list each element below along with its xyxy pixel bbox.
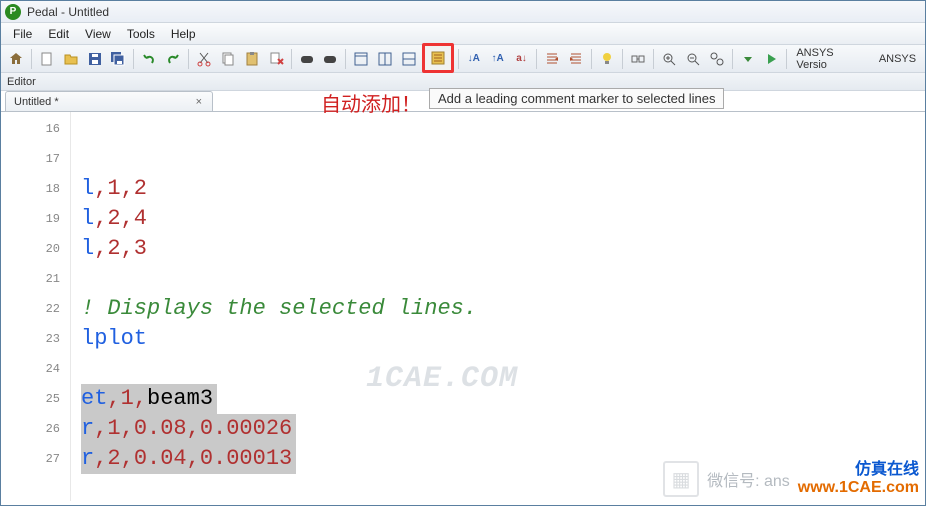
gamepad-icon[interactable] bbox=[296, 48, 318, 70]
sort-za-icon[interactable]: ↑A bbox=[487, 48, 509, 70]
line-number: 27 bbox=[1, 444, 60, 474]
sort-az-icon[interactable]: ↓A bbox=[463, 48, 485, 70]
menu-edit[interactable]: Edit bbox=[40, 25, 77, 43]
zoom-in-icon[interactable] bbox=[658, 48, 680, 70]
tab-untitled[interactable]: Untitled * × bbox=[5, 91, 213, 111]
line-number: 24 bbox=[1, 354, 60, 384]
line-number: 22 bbox=[1, 294, 60, 324]
delete-icon[interactable] bbox=[265, 48, 287, 70]
add-comment-marker-button[interactable] bbox=[422, 43, 454, 73]
play-icon[interactable] bbox=[760, 48, 782, 70]
menu-bar: File Edit View Tools Help bbox=[1, 23, 925, 45]
window-title: Pedal - Untitled bbox=[27, 5, 109, 19]
menu-help[interactable]: Help bbox=[163, 25, 204, 43]
indent-right-icon[interactable] bbox=[565, 48, 587, 70]
tab-close-icon[interactable]: × bbox=[194, 96, 204, 108]
cut-icon[interactable] bbox=[193, 48, 215, 70]
code-editor[interactable]: 16 17 18 19 20 21 22 23 24 25 26 27 l,1,… bbox=[1, 111, 925, 501]
panel-icon[interactable] bbox=[374, 48, 396, 70]
tooltip: Add a leading comment marker to selected… bbox=[429, 88, 724, 109]
undo-icon[interactable] bbox=[138, 48, 160, 70]
connector-icon[interactable] bbox=[627, 48, 649, 70]
line-number: 26 bbox=[1, 414, 60, 444]
redo-icon[interactable] bbox=[162, 48, 184, 70]
window-list-icon[interactable] bbox=[350, 48, 372, 70]
open-folder-icon[interactable] bbox=[60, 48, 82, 70]
ansys-label: ANSYS bbox=[874, 51, 921, 67]
line-number: 18 bbox=[1, 174, 60, 204]
gamepad-alt-icon[interactable] bbox=[320, 48, 342, 70]
save-icon[interactable] bbox=[84, 48, 106, 70]
menu-file[interactable]: File bbox=[5, 25, 40, 43]
dropdown-icon[interactable] bbox=[737, 48, 759, 70]
title-bar: P Pedal - Untitled bbox=[1, 1, 925, 23]
paste-icon[interactable] bbox=[241, 48, 263, 70]
line-number: 17 bbox=[1, 144, 60, 174]
menu-tools[interactable]: Tools bbox=[119, 25, 163, 43]
line-number: 25 bbox=[1, 384, 60, 414]
code-content[interactable]: l,1,2 l,2,4 l,2,3 ! Displays the selecte… bbox=[71, 112, 925, 501]
line-number: 23 bbox=[1, 324, 60, 354]
home-icon[interactable] bbox=[5, 48, 27, 70]
bulb-icon[interactable] bbox=[596, 48, 618, 70]
ansys-version-label: ANSYS Versio bbox=[791, 45, 871, 73]
panel-alt-icon[interactable] bbox=[398, 48, 420, 70]
line-number: 21 bbox=[1, 264, 60, 294]
line-number: 20 bbox=[1, 234, 60, 264]
menu-view[interactable]: View bbox=[77, 25, 119, 43]
annotation-label: 自动添加！ bbox=[321, 88, 421, 117]
gutter: 16 17 18 19 20 21 22 23 24 25 26 27 bbox=[1, 112, 71, 501]
zoom-out-icon[interactable] bbox=[682, 48, 704, 70]
filter-icon[interactable]: a↓ bbox=[511, 48, 533, 70]
line-number: 16 bbox=[1, 114, 60, 144]
toolbar: ↓A ↑A a↓ ANSYS Versio ANSYS bbox=[1, 45, 925, 73]
zoom-pair-icon[interactable] bbox=[706, 48, 728, 70]
app-icon: P bbox=[5, 4, 21, 20]
line-number: 19 bbox=[1, 204, 60, 234]
new-file-icon[interactable] bbox=[36, 48, 58, 70]
save-all-icon[interactable] bbox=[108, 48, 130, 70]
indent-left-icon[interactable] bbox=[541, 48, 563, 70]
copy-icon[interactable] bbox=[217, 48, 239, 70]
tab-label: Untitled * bbox=[14, 96, 59, 108]
